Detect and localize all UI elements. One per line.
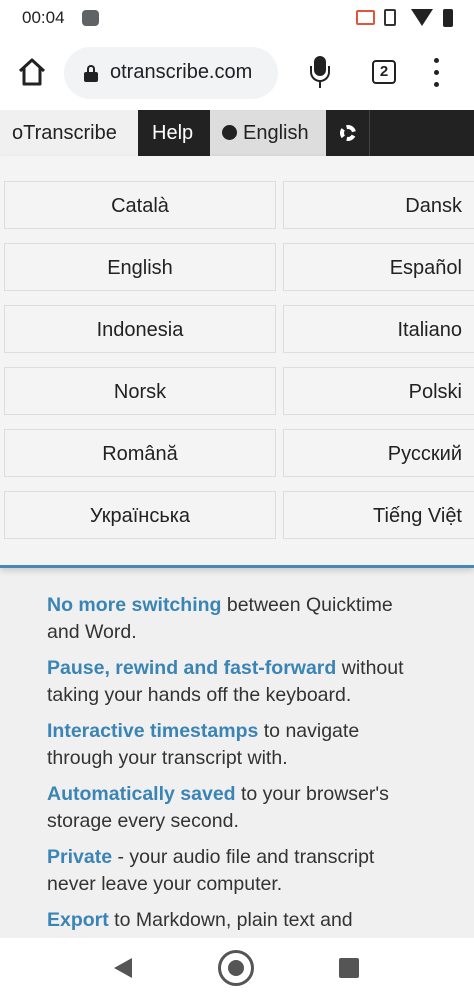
cast-icon — [356, 10, 375, 25]
feature-list: No more switching between Quicktime and … — [47, 592, 427, 938]
status-bar: 00:04 — [0, 0, 474, 36]
url-text: otranscribe.com — [110, 61, 253, 83]
gear-icon — [340, 125, 356, 141]
language-option[interactable]: Català — [4, 181, 276, 229]
language-option[interactable]: Polski — [283, 367, 474, 415]
back-icon[interactable] — [114, 958, 132, 978]
language-button[interactable]: English — [210, 110, 326, 156]
tab-switcher-button[interactable]: 2 — [372, 60, 396, 84]
language-option[interactable]: Italiano — [283, 305, 474, 353]
battery-icon — [443, 9, 453, 27]
page-content: oTranscribe Help English Català Dansk En… — [0, 110, 474, 938]
language-option[interactable]: Українська — [4, 491, 276, 539]
home-icon[interactable] — [16, 56, 48, 88]
language-option[interactable]: Norsk — [4, 367, 276, 415]
feature-item: No more switching between Quicktime and … — [47, 592, 427, 645]
language-option[interactable]: Indonesia — [4, 305, 276, 353]
feature-highlight: Interactive timestamps — [47, 720, 259, 742]
browser-toolbar: otranscribe.com 2 — [0, 36, 474, 110]
system-nav-bar — [0, 938, 474, 1000]
address-bar[interactable]: otranscribe.com — [64, 47, 278, 99]
feature-text: to Markdown, plain text and — [108, 909, 353, 931]
globe-icon — [222, 125, 237, 140]
feature-item: Export to Markdown, plain text and — [47, 907, 427, 934]
feature-item: Private - your audio file and transcript… — [47, 844, 427, 897]
notification-icon — [82, 10, 99, 26]
language-option[interactable]: Română — [4, 429, 276, 477]
help-button[interactable]: Help — [138, 110, 210, 156]
language-option[interactable]: Dansk — [283, 181, 474, 229]
language-option[interactable]: Русский — [283, 429, 474, 477]
settings-button[interactable] — [326, 110, 370, 156]
feature-highlight: Automatically saved — [47, 783, 236, 805]
vibrate-icon — [384, 9, 396, 26]
wifi-icon — [411, 9, 433, 26]
home-circle-icon[interactable] — [218, 950, 254, 986]
microphone-icon[interactable] — [308, 56, 332, 90]
language-option[interactable]: Tiếng Việt — [283, 491, 474, 539]
feature-item: Pause, rewind and fast-forward without t… — [47, 655, 427, 708]
feature-highlight: Private — [47, 846, 113, 868]
language-option[interactable]: English — [4, 243, 276, 291]
feature-highlight: Pause, rewind and fast-forward — [47, 657, 337, 679]
brand-logo[interactable]: oTranscribe — [0, 110, 138, 156]
language-label: English — [243, 122, 309, 144]
feature-item: Interactive timestamps to navigate throu… — [47, 718, 427, 771]
site-nav: oTranscribe Help English — [0, 110, 474, 156]
feature-highlight: No more switching — [47, 594, 222, 616]
overflow-menu-icon[interactable] — [430, 58, 444, 88]
language-dropdown: Català Dansk English Español Indonesia I… — [0, 156, 474, 568]
recents-icon[interactable] — [339, 958, 359, 978]
feature-item: Automatically saved to your browser's st… — [47, 781, 427, 834]
feature-highlight: Export — [47, 909, 109, 931]
language-option[interactable]: Español — [283, 243, 474, 291]
lock-icon — [84, 65, 98, 82]
status-time: 00:04 — [22, 8, 65, 27]
